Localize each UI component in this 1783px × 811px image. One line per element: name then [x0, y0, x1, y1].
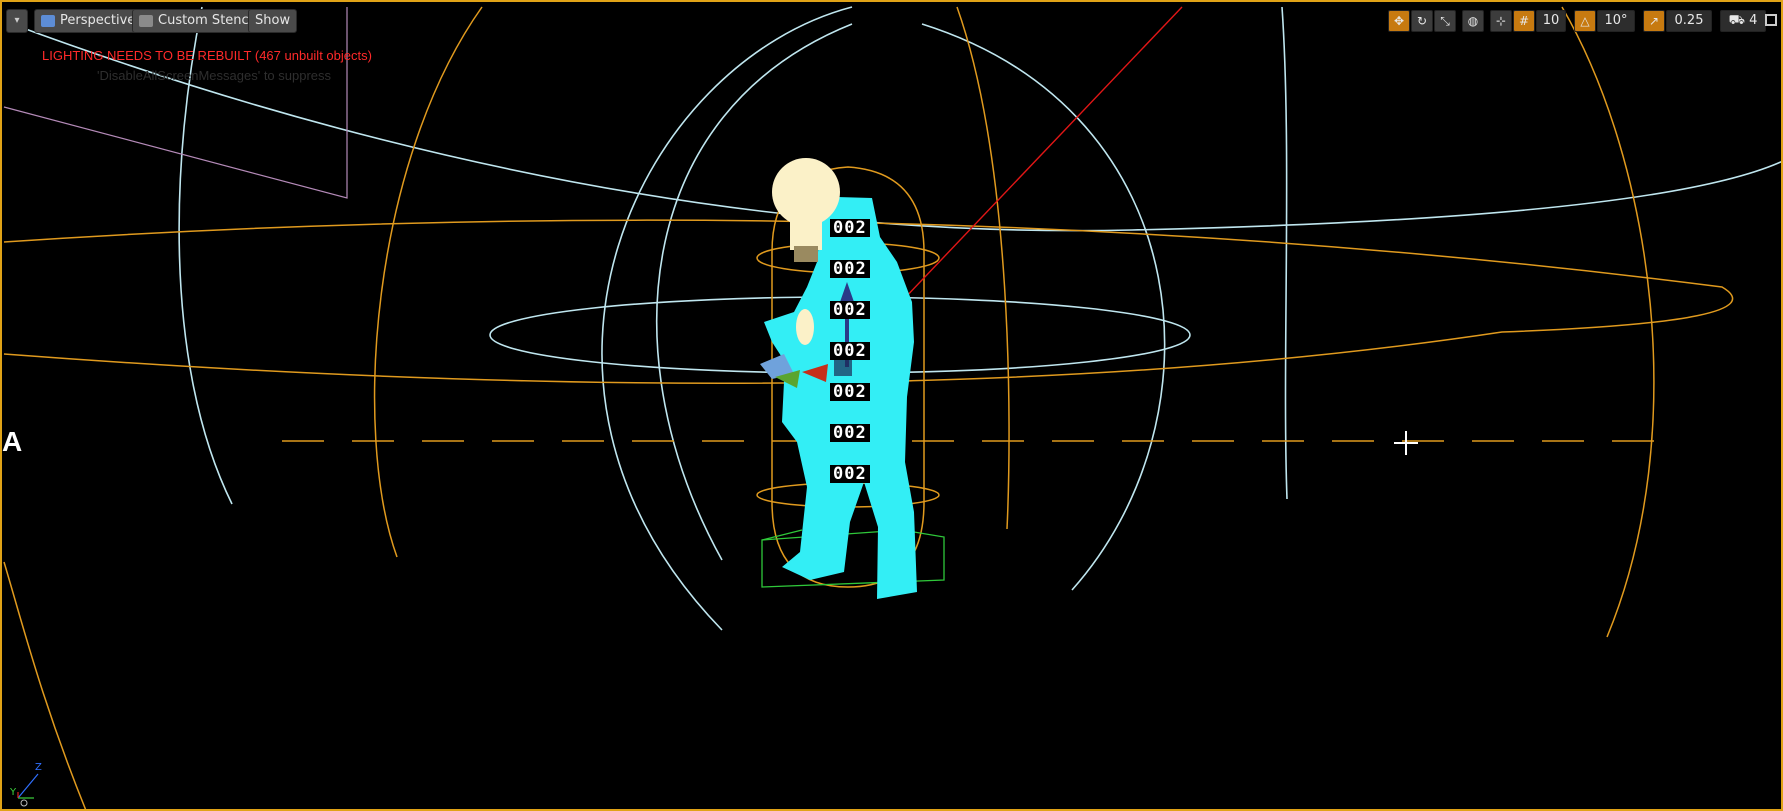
axis-indicator [17, 773, 39, 807]
mesh-label: 002 [830, 260, 870, 278]
rotation-snap-value[interactable]: 10° [1597, 10, 1635, 32]
perspective-label: Perspective [60, 13, 136, 28]
camera-speed-value: 4 [1749, 13, 1758, 28]
crosshair-cursor [1394, 431, 1418, 455]
wire-arc [1561, 6, 1655, 638]
world-local-icon: ◍ [1467, 14, 1479, 28]
collision-box [761, 529, 945, 588]
grid-snap-value[interactable]: 10 [1536, 10, 1566, 32]
show-button[interactable]: Show [248, 9, 298, 33]
custom-stencil-label: Custom Stencil [158, 13, 256, 28]
mesh-label: 002 [830, 342, 870, 360]
viewport[interactable]: 002 002 002 002 002 002 002 A LIGHTING NEEDS T… [0, 0, 1783, 811]
wire-arc [373, 6, 483, 558]
red-axis-line [881, 6, 1183, 323]
show-label: Show [255, 13, 291, 28]
mesh-label: 002 [830, 219, 870, 237]
camera-speed-button[interactable]: ⛟ 4 [1720, 10, 1766, 32]
rotate-icon: ↻ [1416, 14, 1428, 28]
mesh-label: 002 [830, 424, 870, 442]
mesh-label: 002 [830, 383, 870, 401]
surface-snap-icon: ⊹ [1495, 14, 1507, 28]
viewport-menu-button[interactable]: ▾ [6, 9, 28, 33]
scene-wireframes [3, 6, 1781, 809]
scale-icon: ⤡ [1440, 14, 1450, 28]
grid-snap-toggle[interactable]: # [1513, 10, 1535, 32]
world-local-button[interactable]: ◍ [1462, 10, 1484, 32]
wire-arc [1281, 6, 1288, 500]
surface-snap-button[interactable]: ⊹ [1490, 10, 1512, 32]
rotation-snap-toggle[interactable]: △ [1574, 10, 1596, 32]
wire-arc [921, 23, 1166, 591]
scale-snap-value[interactable]: 0.25 [1666, 10, 1712, 32]
scale-mode-button[interactable]: ⤡ [1434, 10, 1456, 32]
lighting-warning: LIGHTING NEEDS TO BE REBUILT (467 unbuil… [42, 48, 372, 63]
grid-snap-icon: # [1518, 14, 1530, 28]
perspective-cube-icon [41, 15, 55, 27]
mesh-label: 002 [830, 301, 870, 319]
rotation-snap-icon: △ [1580, 14, 1590, 28]
pink-wire [3, 7, 348, 199]
wire-arc [956, 6, 1010, 530]
mesh-label: 002 [830, 465, 870, 483]
rotate-mode-button[interactable]: ↻ [1411, 10, 1433, 32]
scale-snap-icon: ↗ [1648, 14, 1660, 28]
translate-mode-button[interactable]: ✥ [1388, 10, 1410, 32]
perspective-button[interactable]: Perspective [34, 9, 143, 33]
camera-speed-icon: ⛟ [1728, 13, 1745, 28]
stencil-icon [139, 15, 153, 27]
maximize-icon[interactable] [1765, 14, 1777, 26]
chevron-down-icon: ▾ [14, 15, 20, 26]
scale-snap-toggle[interactable]: ↗ [1643, 10, 1665, 32]
edge-glyph: A [2, 426, 23, 457]
custom-stencil-button[interactable]: Custom Stencil [132, 9, 263, 33]
suppress-hint: 'DisableAllScreenMessages' to suppress [97, 68, 332, 83]
translate-icon: ✥ [1393, 14, 1405, 28]
